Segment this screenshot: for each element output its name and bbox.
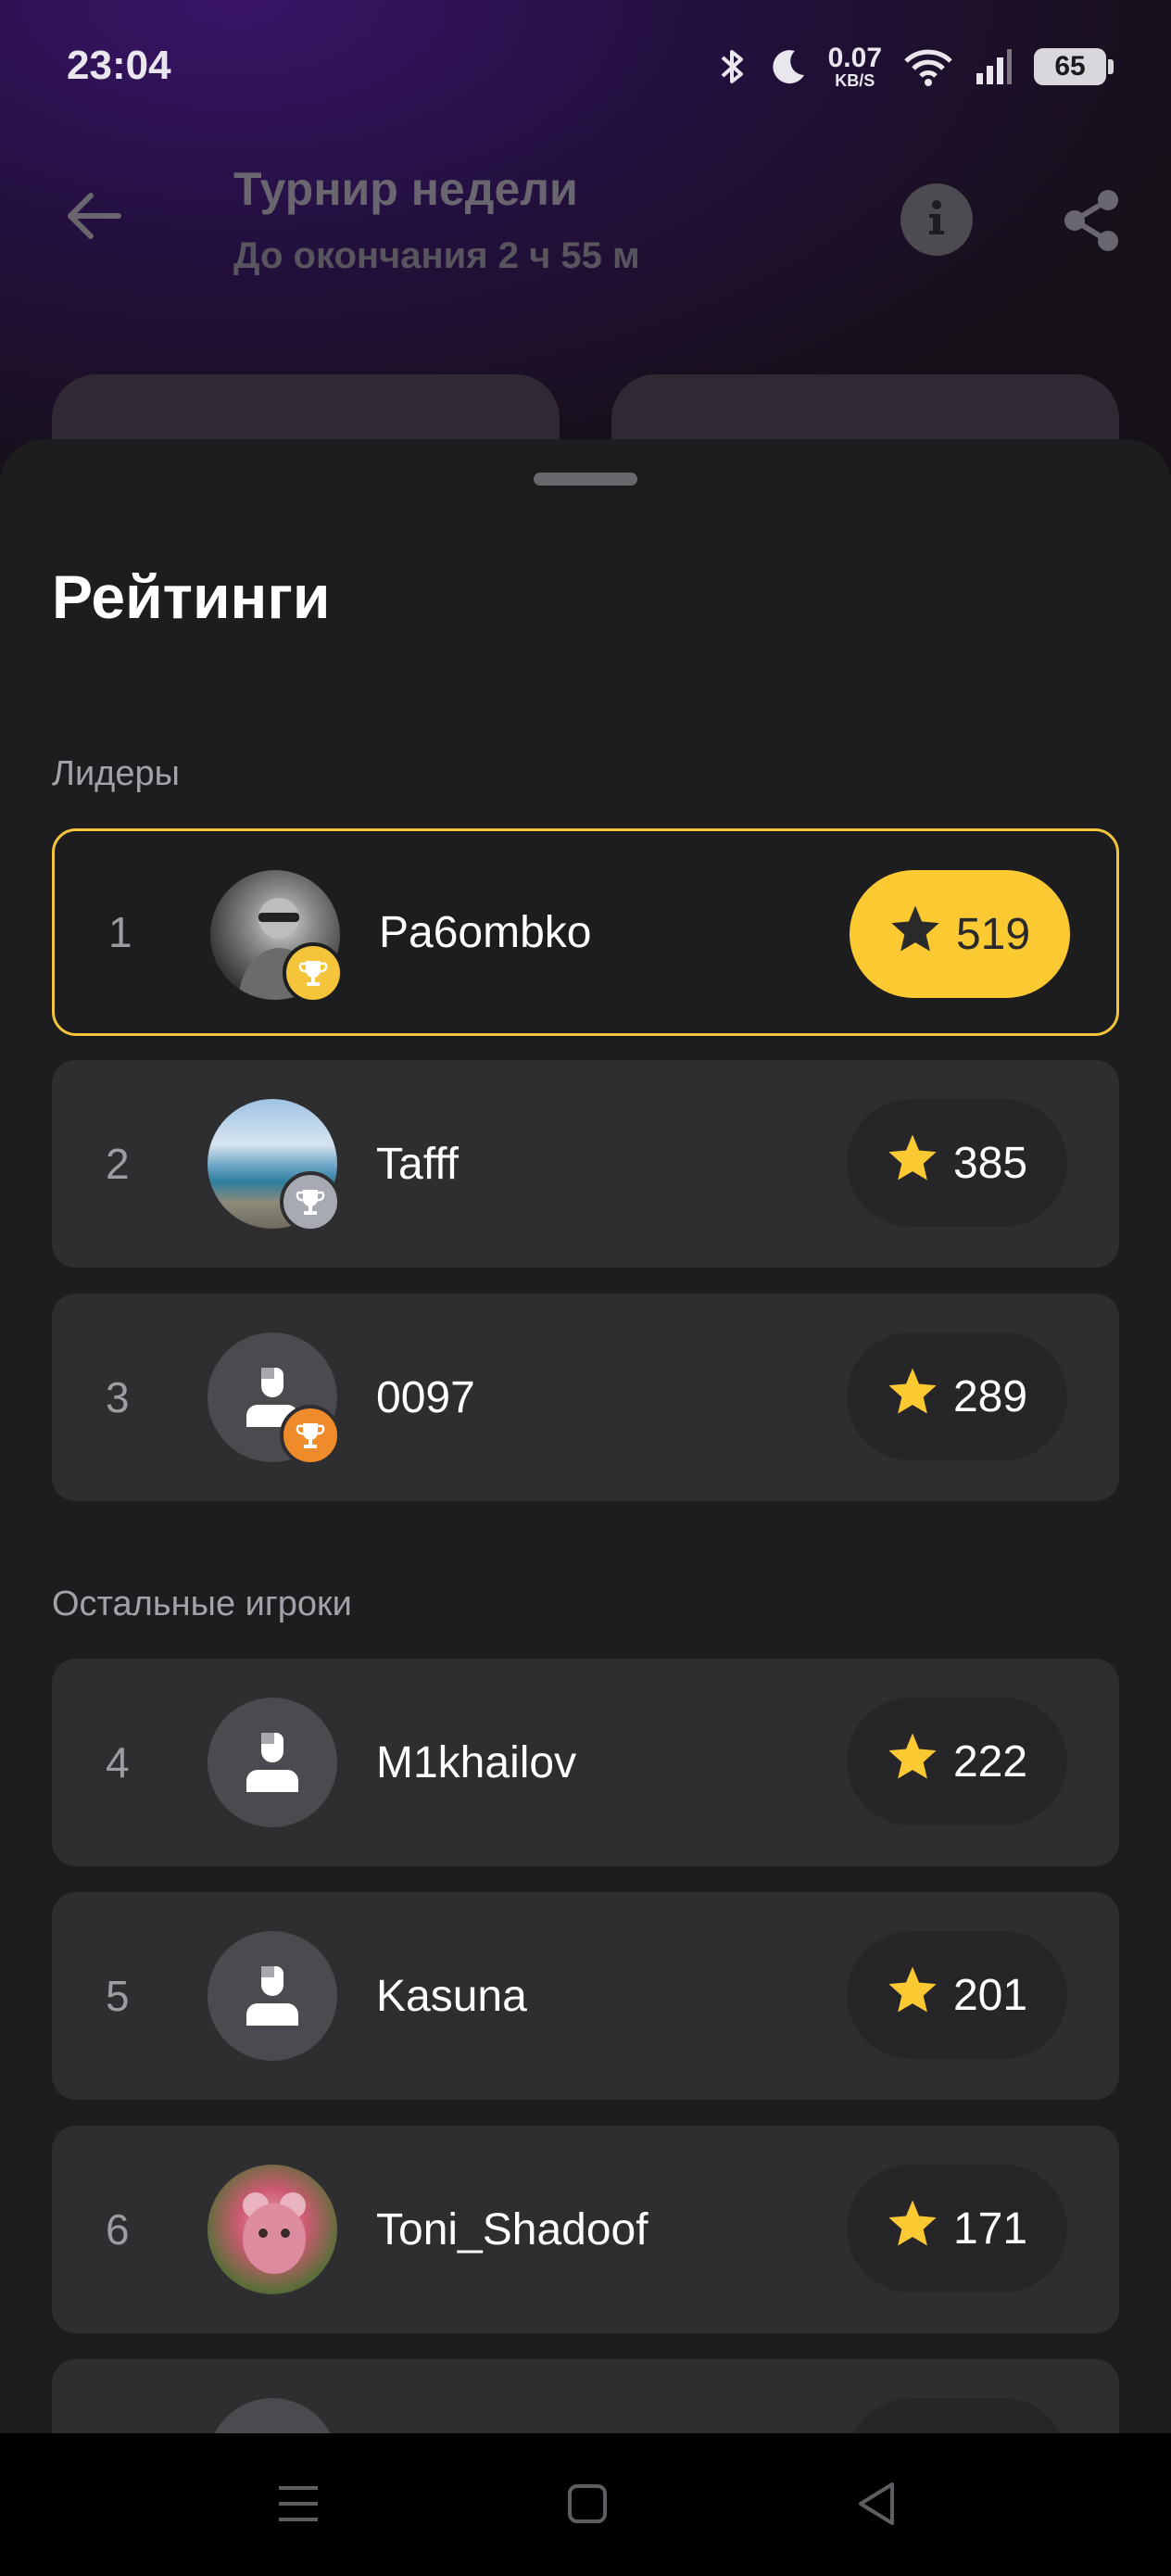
leaderboard-row[interactable]: 3 0097 289 [52,1294,1119,1501]
sheet-drag-handle[interactable] [534,473,637,486]
score-value: 171 [952,2203,1028,2254]
rank-number: 1 [108,908,132,956]
score-value: 222 [952,1736,1028,1787]
score-badge: 519 [850,870,1070,998]
player-name: Tafff [376,1139,459,1189]
page-title: Турнир недели [233,163,578,215]
info-button[interactable] [900,183,973,256]
rank-number: 2 [106,1140,130,1188]
battery-indicator: 65 [1034,48,1114,85]
system-navigation-bar [0,2433,1171,2576]
menu-icon [275,2482,321,2530]
star-icon [887,1132,938,1193]
score-badge: 289 [847,1332,1067,1460]
back-system-button[interactable] [841,2470,912,2541]
ratings-sheet: Рейтинги Лидеры 1 Pa6ombko 519 2 Tafff 3… [0,439,1171,2433]
star-icon [887,2198,938,2259]
score-badge: 385 [847,1099,1067,1227]
sheet-title: Рейтинги [52,562,331,631]
score-badge: 201 [847,1931,1067,2059]
score-value: 289 [952,1371,1028,1421]
square-icon [566,2482,609,2530]
arrow-left-icon [63,190,122,246]
leaderboard-row[interactable]: 6 Toni_Shadoof 171 [52,2126,1119,2333]
score-badge: 222 [847,1698,1067,1825]
bluetooth-icon [717,46,749,87]
triangle-back-icon [855,2481,898,2532]
info-icon [918,197,955,243]
signal-icon [975,47,1014,86]
star-icon [889,903,941,965]
home-button[interactable] [552,2470,623,2541]
network-speed: 0.07 KB/S [827,43,882,90]
moon-icon [769,47,808,86]
other-players-section-label: Остальные игроки [52,1585,352,1623]
leaderboard-row[interactable]: 2 Tafff 385 [52,1060,1119,1268]
star-icon [887,1366,938,1427]
status-icons: 0.07 KB/S 65 [717,41,1114,93]
star-icon [887,1964,938,2026]
score-badge: 171 [847,2165,1067,2292]
avatar [208,1698,337,1827]
player-name: Pa6ombko [379,907,592,957]
score-badge [847,2398,1067,2433]
user-placeholder-icon [246,1966,298,2026]
avatar-photo-icon [243,2192,306,2274]
player-name: 0097 [376,1372,475,1422]
time-remaining: До окончания 2 ч 55 м [233,235,640,276]
leaderboard-row[interactable]: 1 Pa6ombko 519 [52,828,1119,1036]
rank-number: 6 [106,2205,130,2254]
avatar [208,1931,337,2061]
leaders-section-label: Лидеры [52,754,180,793]
user-placeholder-icon [246,1733,298,1792]
rank-number: 5 [106,1972,130,2020]
trophy-icon [283,942,344,1004]
top-navigation: Турнир недели До окончания 2 ч 55 м [0,158,1171,287]
avatar [208,2398,337,2433]
trophy-icon [280,1405,341,1466]
status-bar: 23:04 0.07 KB/S 65 [0,0,1171,139]
score-value: 385 [952,1138,1028,1188]
player-name: M1khailov [376,1737,577,1787]
score-value: 519 [955,909,1031,959]
back-button[interactable] [56,181,130,255]
rank-number: 4 [106,1738,130,1787]
leaderboard-row[interactable] [52,2359,1119,2433]
player-name: Toni_Shadoof [376,2204,648,2254]
share-button[interactable] [1054,185,1128,259]
trophy-icon [280,1171,341,1232]
menu-button[interactable] [263,2470,334,2541]
score-value: 201 [952,1970,1028,2020]
status-time: 23:04 [67,43,171,88]
star-icon [887,1731,938,1792]
player-name: Kasuna [376,1971,527,2021]
leaderboard-row[interactable]: 5 Kasuna 201 [52,1892,1119,2100]
leaderboard-row[interactable]: 4 M1khailov 222 [52,1659,1119,1866]
avatar [208,2165,337,2294]
share-icon [1058,187,1125,259]
wifi-icon [902,46,954,87]
user-placeholder-icon [235,2426,309,2433]
rank-number: 3 [106,1373,130,1421]
